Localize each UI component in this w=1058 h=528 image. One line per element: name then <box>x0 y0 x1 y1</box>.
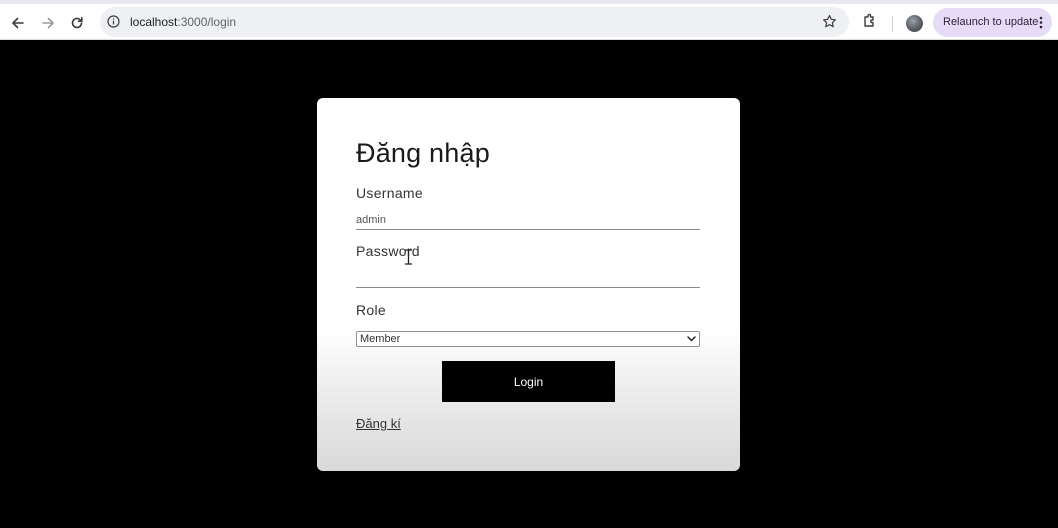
kebab-menu-icon <box>1039 16 1043 29</box>
text-cursor-icon <box>405 249 412 265</box>
reload-icon <box>71 17 83 29</box>
url-text: localhost:3000/login <box>130 15 236 29</box>
username-input[interactable] <box>356 211 700 230</box>
forward-arrow-icon <box>42 17 54 29</box>
back-arrow-icon <box>12 17 24 29</box>
forward-button[interactable] <box>35 10 61 36</box>
page-viewport: Đăng nhập Username Password Role Member … <box>0 40 1058 528</box>
bookmark-star-icon[interactable] <box>822 14 837 29</box>
relaunch-to-update-button[interactable]: Relaunch to update <box>933 8 1052 37</box>
url-host: localhost <box>130 15 178 29</box>
page-title: Đăng nhập <box>356 138 490 168</box>
login-button[interactable]: Login <box>442 361 615 402</box>
username-label: Username <box>356 185 423 201</box>
reload-button[interactable] <box>64 10 90 36</box>
role-label: Role <box>356 302 386 318</box>
role-selected-value: Member <box>360 333 401 345</box>
url-path: :3000/login <box>177 15 237 29</box>
back-button[interactable] <box>5 10 31 36</box>
profile-avatar[interactable] <box>906 15 923 32</box>
chevron-down-icon <box>687 336 696 342</box>
site-info-icon[interactable] <box>107 15 120 28</box>
role-select[interactable]: Member <box>356 331 700 347</box>
extensions-icon[interactable] <box>862 13 878 29</box>
relaunch-label: Relaunch to update <box>943 16 1039 28</box>
toolbar-divider <box>892 16 893 32</box>
browser-toolbar: localhost:3000/login Relaunch to update <box>0 0 1058 40</box>
address-bar[interactable]: localhost:3000/login <box>100 7 849 37</box>
register-link[interactable]: Đăng kí <box>356 416 401 431</box>
login-card: Đăng nhập Username Password Role Member … <box>317 98 740 471</box>
password-input[interactable] <box>356 269 700 288</box>
